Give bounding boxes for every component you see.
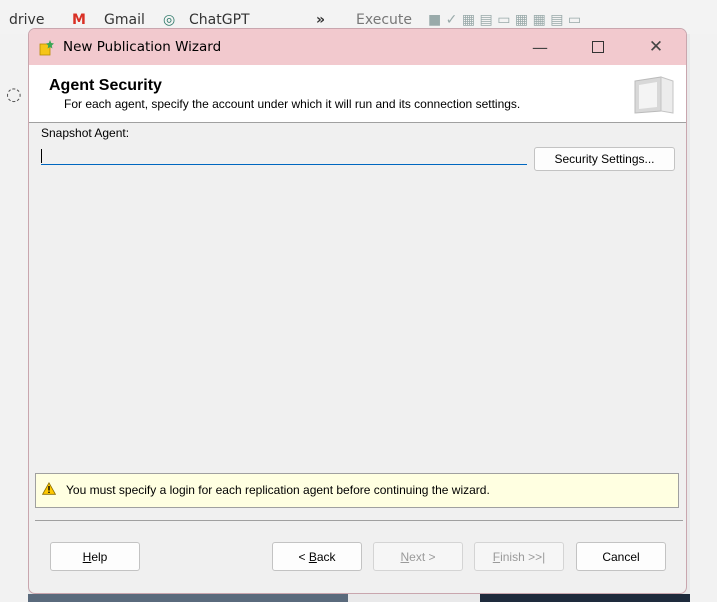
next-button[interactable]: Next > [373, 542, 463, 571]
window-title: New Publication Wizard [63, 39, 222, 55]
wizard-header: Agent Security For each agent, specify t… [29, 65, 686, 123]
background-taskbar-right [480, 594, 690, 602]
warning-message: You must specify a login for each replic… [66, 483, 490, 497]
title-bar[interactable]: New Publication Wizard — ✕ [29, 29, 686, 65]
help-button[interactable]: Help [50, 542, 140, 571]
footer-divider [35, 520, 683, 521]
wizard-banner-icon [634, 76, 674, 114]
page-subtitle: For each agent, specify the account unde… [64, 97, 521, 111]
bookmark-drive[interactable]: drive [9, 12, 44, 28]
chatgpt-icon[interactable]: ◎ [163, 12, 175, 28]
minimize-button[interactable]: — [517, 29, 563, 65]
text-caret [41, 149, 42, 163]
cancel-button[interactable]: Cancel [576, 542, 666, 571]
back-label: ack [316, 549, 336, 564]
finish-mnemonic: F [492, 549, 501, 564]
background-taskbar-left [28, 594, 348, 602]
page-title: Agent Security [49, 77, 162, 94]
minimize-icon: — [532, 37, 548, 57]
snapshot-agent-input[interactable] [41, 147, 527, 165]
execute-button[interactable]: Execute [356, 12, 412, 28]
wizard-icon [39, 40, 54, 56]
maximize-button[interactable] [575, 29, 621, 65]
maximize-icon [592, 41, 604, 53]
back-button[interactable]: < Back [272, 542, 362, 571]
back-prefix: < [298, 549, 309, 564]
gmail-icon[interactable]: M [72, 12, 86, 28]
background-glyph-icon: ◌ [6, 84, 22, 105]
snapshot-agent-label: Snapshot Agent: [41, 126, 130, 140]
toolbar-icons: ■ ✓ ▦ ▤ ▭ ▦ ▦ ▤ ▭ [428, 12, 582, 28]
background-left-panel: ◌ [0, 34, 28, 602]
close-button[interactable]: ✕ [633, 29, 679, 65]
background-right-panel [690, 34, 717, 602]
help-label: elp [91, 549, 108, 564]
finish-button[interactable]: Finish >>| [474, 542, 564, 571]
close-icon: ✕ [648, 37, 664, 57]
more-bookmarks-icon[interactable]: » [316, 12, 325, 28]
wizard-window: New Publication Wizard — ✕ Agent Securit… [28, 28, 687, 594]
bookmark-chatgpt[interactable]: ChatGPT [189, 12, 250, 28]
next-label: ext > [409, 549, 436, 564]
warning-icon [42, 482, 56, 495]
next-mnemonic: N [400, 549, 410, 564]
warning-panel: You must specify a login for each replic… [35, 473, 679, 508]
bookmark-gmail[interactable]: Gmail [104, 12, 145, 28]
security-settings-button[interactable]: Security Settings... [534, 147, 675, 171]
back-mnemonic: B [308, 549, 317, 564]
finish-label: inish >>| [500, 549, 546, 564]
